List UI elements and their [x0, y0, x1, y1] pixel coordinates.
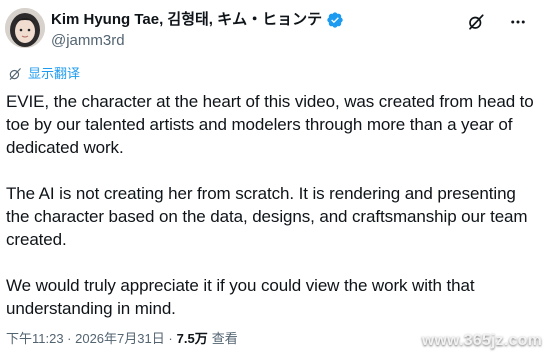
timestamp[interactable]: 下午11:23 · 2026年7月31日 ·: [6, 331, 173, 347]
verified-badge-icon: [327, 12, 343, 28]
author-name-text: Kim Hyung Tae, 김형태, キム・ヒョンテ: [51, 11, 323, 28]
translate-label: 显示翻译: [28, 66, 81, 81]
grok-icon: [469, 14, 484, 30]
tweet-paragraph: EVIE, the character at the heart of this…: [6, 92, 534, 157]
tweet-meta: 下午11:23 · 2026年7月31日 · 7.5万 查看: [6, 331, 238, 347]
tweet-paragraph: The AI is not creating her from scratch.…: [6, 184, 528, 249]
watermark: www.365jz.com: [421, 332, 542, 349]
tweet-paragraph: We would truly appreciate it if you coul…: [6, 276, 475, 318]
translate-icon: [9, 68, 21, 80]
views-count: 7.5万: [176, 331, 208, 346]
grok-button[interactable]: [466, 12, 486, 32]
avatar-image: [5, 8, 45, 48]
views-label: 查看: [211, 331, 238, 346]
author-name[interactable]: Kim Hyung Tae, 김형태, キム・ヒョンテ: [51, 10, 344, 30]
more-button[interactable]: [508, 12, 528, 32]
more-icon: [511, 20, 525, 24]
author-handle[interactable]: @jamm3rd: [51, 31, 125, 50]
avatar[interactable]: [5, 8, 45, 48]
tweet-actions: [466, 12, 528, 32]
tweet-text: EVIE, the character at the heart of this…: [6, 90, 541, 343]
tweet: Kim Hyung Tae, 김형태, キム・ヒョンテ @jamm3rd 显示翻…: [0, 0, 550, 360]
translate-link[interactable]: 显示翻译: [8, 66, 80, 82]
